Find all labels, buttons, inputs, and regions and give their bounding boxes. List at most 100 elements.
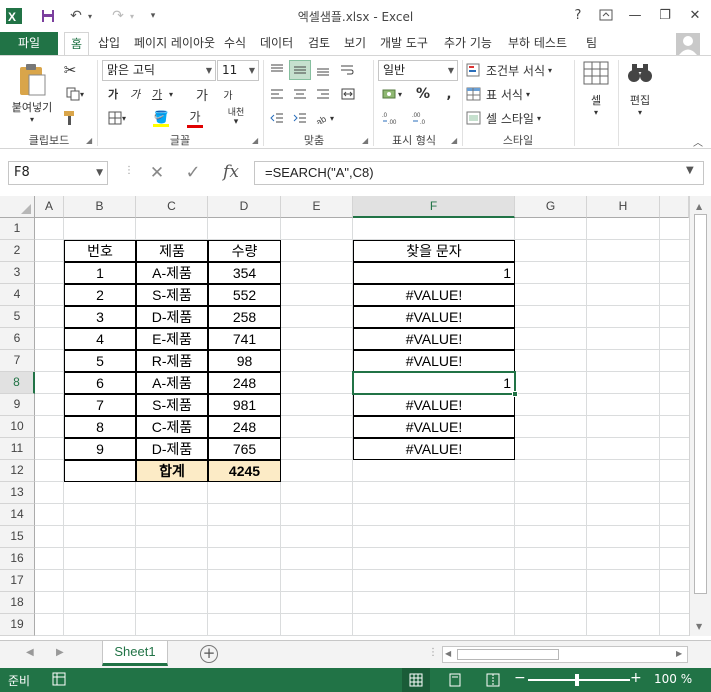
close-button[interactable]: ✕ bbox=[682, 4, 708, 26]
row-header-7[interactable]: 7 bbox=[0, 350, 35, 372]
phonetic-guide-button[interactable]: 내천 ▾ bbox=[222, 106, 250, 130]
horizontal-scroll-thumb[interactable] bbox=[457, 649, 559, 660]
column-header-g[interactable]: G bbox=[515, 196, 587, 218]
table-cell[interactable]: 4 bbox=[64, 328, 136, 350]
user-avatar[interactable] bbox=[676, 33, 700, 55]
table-cell[interactable]: 354 bbox=[208, 262, 281, 284]
table-cell[interactable]: C-제품 bbox=[136, 416, 208, 438]
tab-insert[interactable]: 삽입 bbox=[92, 32, 126, 56]
name-box[interactable]: F8 ▼ bbox=[8, 161, 108, 185]
search-result-cell[interactable]: #VALUE! bbox=[353, 394, 515, 416]
column-header-e[interactable]: E bbox=[281, 196, 353, 218]
zoom-slider-thumb[interactable] bbox=[575, 674, 579, 686]
tab-review[interactable]: 검토 bbox=[302, 32, 336, 56]
editing-button[interactable]: 편집 ▾ bbox=[622, 60, 658, 126]
align-middle-icon[interactable] bbox=[289, 60, 311, 80]
total-value-cell[interactable]: 4245 bbox=[208, 460, 281, 482]
normal-view-icon[interactable] bbox=[402, 668, 430, 692]
row-header-2[interactable]: 2 bbox=[0, 240, 35, 262]
grow-font-button[interactable]: 가 bbox=[192, 84, 212, 104]
table-cell[interactable]: 8 bbox=[64, 416, 136, 438]
column-header-d[interactable]: D bbox=[208, 196, 281, 218]
scroll-down-icon[interactable]: ▼ bbox=[696, 622, 702, 631]
zoom-in-button[interactable]: + bbox=[630, 670, 642, 686]
tab-file[interactable]: 파일 bbox=[0, 32, 58, 56]
table-cell[interactable]: 1 bbox=[64, 262, 136, 284]
format-painter-icon[interactable] bbox=[60, 108, 80, 128]
cell-styles-button[interactable]: 셀 스타일 ▾ bbox=[466, 108, 576, 128]
table-cell[interactable]: E-제품 bbox=[136, 328, 208, 350]
orientation-icon[interactable]: ab ▾ bbox=[312, 108, 338, 128]
row-header-4[interactable]: 4 bbox=[0, 284, 35, 306]
column-header-a[interactable]: A bbox=[35, 196, 64, 218]
table-header-cell[interactable]: 제품 bbox=[136, 240, 208, 262]
underline-dropdown-icon[interactable]: ▾ bbox=[166, 84, 176, 104]
tab-page-layout[interactable]: 페이지 레이아웃 bbox=[128, 32, 221, 56]
collapse-ribbon-icon[interactable]: ︿ bbox=[690, 134, 706, 149]
row-header-3[interactable]: 3 bbox=[0, 262, 35, 284]
align-right-icon[interactable] bbox=[312, 84, 334, 104]
paste-button[interactable]: 붙여넣기 ▾ bbox=[6, 60, 58, 126]
scroll-left-icon[interactable]: ◀ bbox=[445, 649, 451, 658]
underline-button[interactable]: 가 bbox=[148, 84, 166, 104]
column-header-b[interactable]: B bbox=[64, 196, 136, 218]
align-top-icon[interactable] bbox=[266, 60, 288, 80]
new-sheet-button[interactable]: + bbox=[200, 645, 218, 663]
font-color-icon[interactable]: 가 bbox=[180, 106, 210, 130]
comma-style-button[interactable]: , bbox=[440, 84, 458, 104]
insert-function-icon[interactable]: fx bbox=[216, 162, 246, 184]
number-format-combo[interactable]: 일반 ▼ bbox=[378, 60, 458, 81]
row-header-17[interactable]: 17 bbox=[0, 570, 35, 592]
vertical-scroll-thumb[interactable] bbox=[694, 214, 707, 594]
table-cell[interactable]: 765 bbox=[208, 438, 281, 460]
bold-button[interactable]: 가 bbox=[104, 84, 122, 104]
row-header-8[interactable]: 8 bbox=[0, 372, 35, 394]
cut-icon[interactable]: ✂ bbox=[60, 60, 80, 80]
sheet-tab-sheet1[interactable]: Sheet1 bbox=[102, 641, 168, 666]
tab-load-test[interactable]: 부하 테스트 bbox=[502, 32, 573, 56]
search-result-cell[interactable]: #VALUE! bbox=[353, 328, 515, 350]
zoom-level[interactable]: 100 % bbox=[654, 672, 692, 686]
cancel-icon[interactable]: ✕ bbox=[144, 163, 170, 185]
italic-button[interactable]: 가 bbox=[126, 84, 144, 104]
table-cell[interactable]: 6 bbox=[64, 372, 136, 394]
row-header-13[interactable]: 13 bbox=[0, 482, 35, 504]
table-cell[interactable]: 981 bbox=[208, 394, 281, 416]
tab-formulas[interactable]: 수식 bbox=[218, 32, 252, 56]
align-bottom-icon[interactable] bbox=[312, 60, 334, 80]
table-header-cell[interactable]: 번호 bbox=[64, 240, 136, 262]
font-name-combo[interactable]: 맑은 고딕 ▼ bbox=[102, 60, 216, 81]
table-cell[interactable]: 5 bbox=[64, 350, 136, 372]
name-box-dropdown-icon[interactable]: ▼ bbox=[96, 162, 103, 184]
table-cell[interactable]: R-제품 bbox=[136, 350, 208, 372]
tab-home[interactable]: 홈 bbox=[64, 32, 90, 57]
fill-color-icon[interactable]: 🪣 bbox=[146, 106, 176, 130]
table-cell[interactable]: 9 bbox=[64, 438, 136, 460]
row-header-15[interactable]: 15 bbox=[0, 526, 35, 548]
tab-data[interactable]: 데이터 bbox=[254, 32, 299, 56]
zoom-slider[interactable] bbox=[528, 679, 630, 681]
table-cell[interactable]: 248 bbox=[208, 372, 281, 394]
shrink-font-button[interactable]: 가 bbox=[218, 84, 238, 104]
decrease-indent-icon[interactable] bbox=[266, 108, 288, 128]
table-cell[interactable]: S-제품 bbox=[136, 394, 208, 416]
alignment-launcher-icon[interactable]: ◢ bbox=[362, 136, 368, 145]
search-result-cell[interactable]: #VALUE! bbox=[353, 416, 515, 438]
table-cell[interactable]: 741 bbox=[208, 328, 281, 350]
table-cell[interactable]: 248 bbox=[208, 416, 281, 438]
formula-input[interactable]: =SEARCH("A",C8) bbox=[254, 161, 704, 185]
column-header-f[interactable]: F bbox=[353, 196, 515, 218]
worksheet-grid[interactable]: A B C D E F G H 1 2 3 4 5 6 7 8 9 10 11 12 13 14 15 16 17 18 19 번호 제… bbox=[0, 196, 711, 638]
font-size-combo[interactable]: 11 ▼ bbox=[217, 60, 259, 81]
table-header-cell[interactable]: 수량 bbox=[208, 240, 281, 262]
help-button[interactable]: ? bbox=[565, 4, 591, 26]
search-result-cell[interactable]: #VALUE! bbox=[353, 306, 515, 328]
search-result-cell[interactable]: #VALUE! bbox=[353, 350, 515, 372]
table-cell[interactable]: 2 bbox=[64, 284, 136, 306]
table-cell[interactable]: 552 bbox=[208, 284, 281, 306]
scroll-up-icon[interactable]: ▲ bbox=[696, 202, 702, 211]
page-break-view-icon[interactable] bbox=[486, 673, 500, 690]
expand-formula-bar-icon[interactable]: ▼ bbox=[686, 165, 694, 176]
tab-view[interactable]: 보기 bbox=[338, 32, 372, 56]
row-header-19[interactable]: 19 bbox=[0, 614, 35, 636]
